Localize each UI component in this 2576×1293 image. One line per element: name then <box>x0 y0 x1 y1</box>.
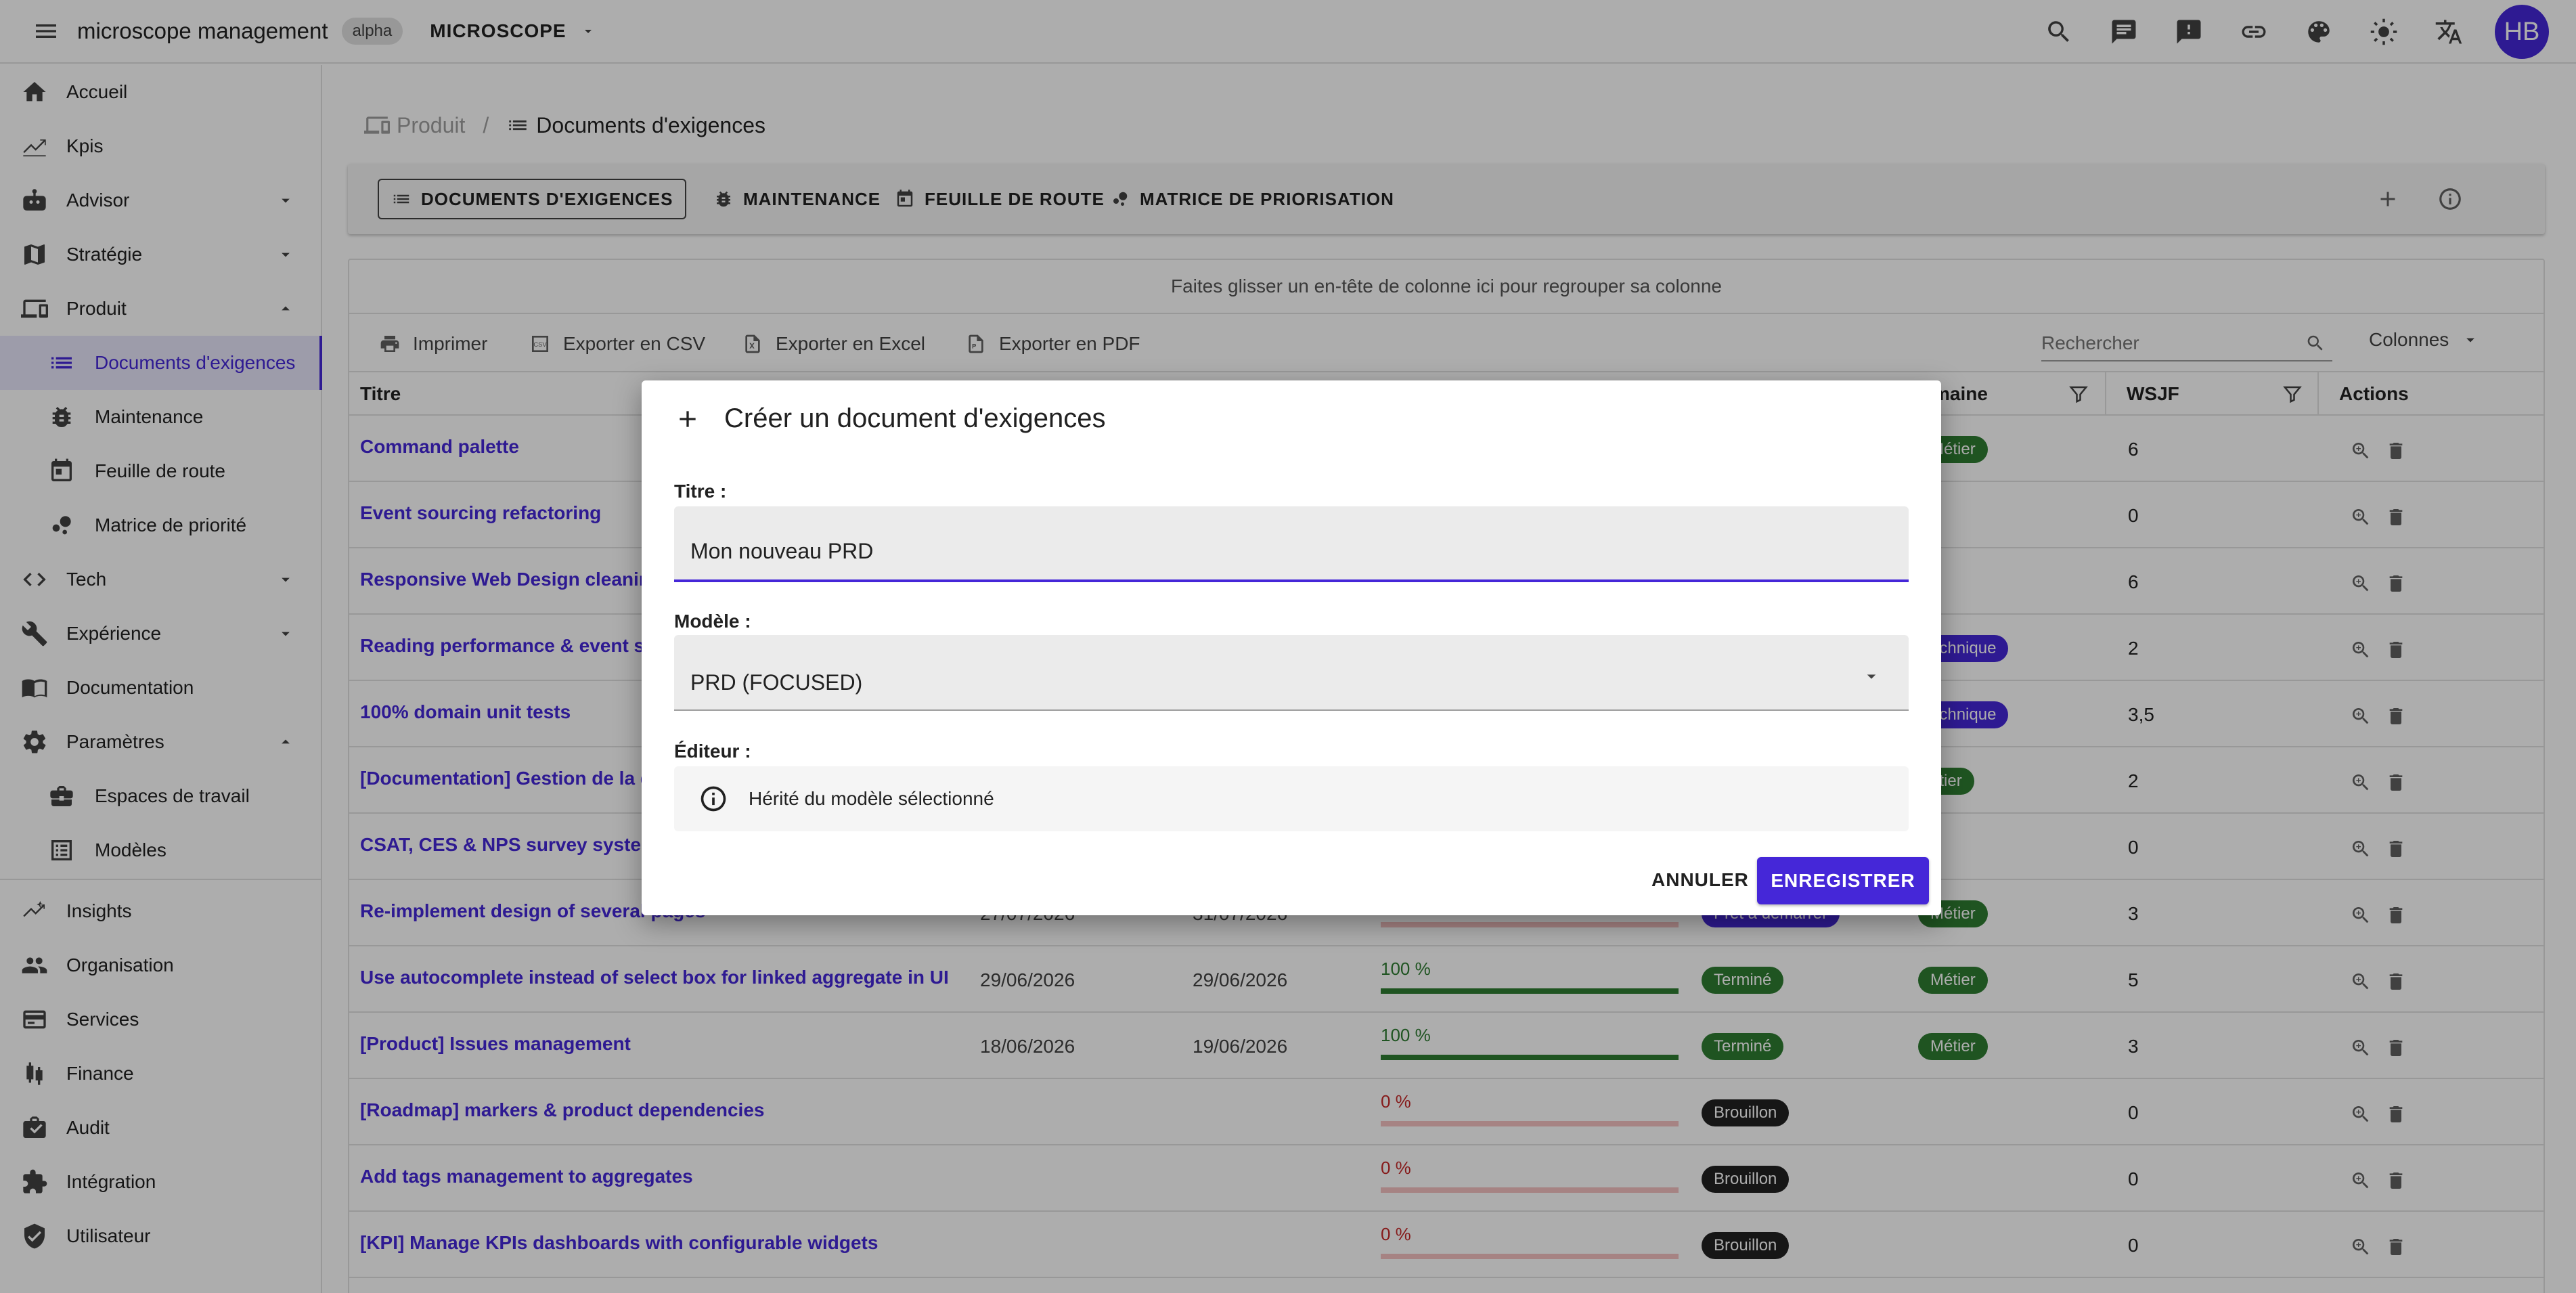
editor-info: Hérité du modèle sélectionné <box>674 766 1909 831</box>
dialog-header: Créer un document d'exigences <box>674 403 1106 434</box>
add-icon <box>674 406 701 433</box>
editor-label: Éditeur : <box>674 741 751 762</box>
editor-info-text: Hérité du modèle sélectionné <box>749 788 994 809</box>
model-select-value: PRD (FOCUSED) <box>690 670 863 695</box>
model-label: Modèle : <box>674 611 751 632</box>
chevron-down-icon <box>1861 666 1882 686</box>
save-button[interactable]: ENREGISTRER <box>1757 857 1929 904</box>
title-input[interactable] <box>690 539 1841 564</box>
create-document-dialog: Créer un document d'exigences Titre : Mo… <box>642 380 1941 915</box>
title-label: Titre : <box>674 481 727 502</box>
info-icon <box>698 784 728 814</box>
dialog-title: Créer un document d'exigences <box>724 403 1106 433</box>
cancel-button[interactable]: ANNULER <box>1638 857 1762 903</box>
model-select[interactable]: PRD (FOCUSED) <box>674 635 1909 711</box>
title-field <box>674 506 1909 582</box>
